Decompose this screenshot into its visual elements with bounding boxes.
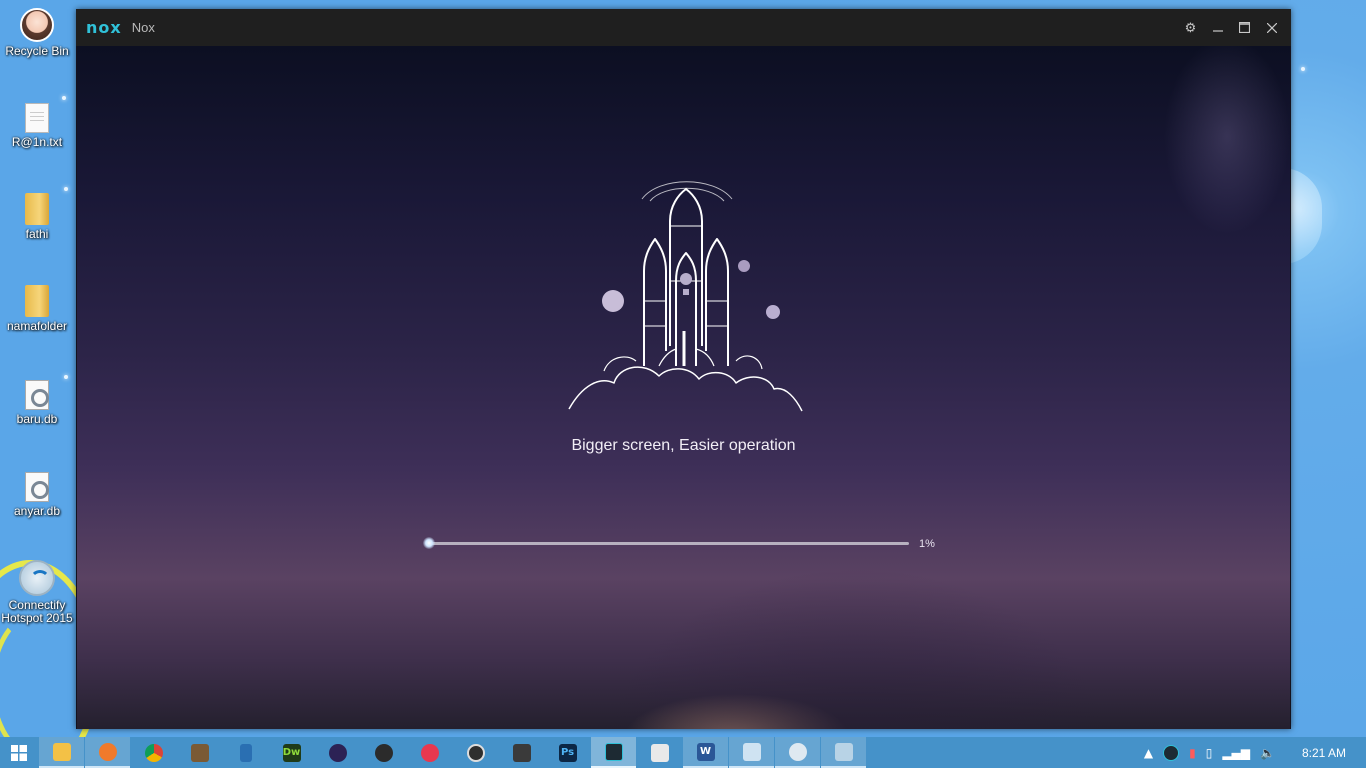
desktop-icon-folder-fathi[interactable]: fathi	[0, 193, 74, 241]
app-icon	[466, 743, 485, 762]
taskbar-app-4[interactable]	[177, 737, 222, 768]
taskbar-ucbrowser[interactable]	[85, 737, 130, 768]
start-button[interactable]	[0, 737, 38, 768]
app-icon	[512, 743, 531, 762]
wallpaper-sparkle	[64, 187, 68, 191]
app-icon	[650, 743, 669, 762]
app-icon	[374, 743, 393, 762]
taskbar-file-explorer[interactable]	[39, 737, 84, 768]
taskbar-app-17[interactable]	[775, 737, 820, 768]
desktop-icon-text-file[interactable]: R@1n.txt	[0, 103, 74, 149]
ucbrowser-icon	[98, 742, 117, 761]
taskbar-chrome[interactable]	[131, 737, 176, 768]
app-icon	[788, 742, 807, 761]
app-icon	[834, 742, 853, 761]
app-icon	[190, 743, 209, 762]
close-icon[interactable]	[1258, 9, 1285, 46]
network-signal-icon[interactable]: ▂▄▆	[1222, 746, 1250, 760]
word-icon: W	[696, 742, 715, 761]
loading-slogan: Bigger screen, Easier operation	[571, 437, 796, 454]
dreamweaver-icon: Dw	[282, 743, 301, 762]
taskbar-app-8[interactable]	[361, 737, 406, 768]
taskbar-app-14[interactable]	[637, 737, 682, 768]
desktop-icon-folder-namafolder[interactable]: namafolder	[0, 285, 74, 333]
taskbar-eclipse[interactable]	[315, 737, 360, 768]
rocket-launch-illustration	[568, 181, 803, 412]
desktop-icon-label: Recycle Bin	[5, 44, 69, 58]
nox-tray-icon[interactable]	[1163, 744, 1180, 761]
maximize-icon[interactable]	[1231, 9, 1258, 46]
taskbar-app-10[interactable]	[453, 737, 498, 768]
volume-icon[interactable]: 🔈	[1260, 746, 1275, 760]
taskbar-app-11[interactable]	[499, 737, 544, 768]
taskbar-photoshop[interactable]: Ps	[545, 737, 590, 768]
nox-icon	[604, 742, 623, 761]
nox-logo: nox	[86, 18, 122, 37]
desktop-icon-label: fathi	[25, 227, 49, 241]
itunes-icon	[420, 743, 439, 762]
show-hidden-icons-chevron-icon[interactable]: ▲	[1144, 746, 1153, 760]
taskbar-dreamweaver[interactable]: Dw	[269, 737, 314, 768]
wallpaper-sparkle	[62, 96, 66, 100]
desktop-icon-label: R@1n.txt	[11, 135, 63, 149]
window-controls: ⚙	[1177, 9, 1285, 46]
nox-window: nox Nox ⚙ Bigger screen, Easier operatio…	[76, 9, 1291, 729]
desktop-icon-label: namafolder	[6, 319, 68, 333]
wallpaper-sparkle	[1301, 67, 1305, 71]
app-icon	[239, 743, 252, 762]
taskbar-app-5[interactable]	[223, 737, 268, 768]
loading-screen: Bigger screen, Easier operation 1%	[77, 46, 1290, 729]
desktop-icon-label: anyar.db	[13, 504, 61, 518]
window-title: Nox	[131, 20, 155, 35]
eclipse-icon	[328, 743, 347, 762]
notepad-icon	[742, 742, 761, 761]
wifi-hotspot-icon	[19, 560, 55, 596]
chrome-icon	[144, 743, 163, 762]
photoshop-icon: Ps	[558, 743, 577, 762]
folder-icon	[25, 285, 49, 317]
folder-icon	[25, 193, 49, 225]
wallpaper-sparkle	[64, 375, 68, 379]
taskbar-itunes[interactable]	[407, 737, 452, 768]
database-file-icon	[25, 472, 49, 502]
desktop-icon-anyar-db[interactable]: anyar.db	[0, 472, 74, 518]
progress-glow-dot	[423, 537, 435, 549]
taskbar-word[interactable]: W	[683, 737, 728, 768]
connectify-tray-icon[interactable]: ▮	[1189, 746, 1196, 760]
taskbar: Dw Ps W ▲ ▮ ▯ ▂▄▆ 🔈 8:21 AM	[0, 737, 1366, 768]
minimize-icon[interactable]	[1204, 9, 1231, 46]
desktop-icon-connectify[interactable]: Connectify Hotspot 2015	[0, 560, 74, 625]
window-titlebar[interactable]: nox Nox ⚙	[76, 9, 1291, 46]
desktop-icon-label: baru.db	[16, 412, 58, 426]
text-file-icon	[25, 103, 49, 133]
loading-progress-bar	[423, 537, 909, 549]
progress-percent-label: 1%	[919, 538, 935, 550]
windows-logo-icon	[11, 744, 27, 761]
taskbar-clock[interactable]: 8:21 AM	[1302, 746, 1346, 760]
taskbar-nox[interactable]	[591, 737, 636, 768]
desktop-icon-label: Connectify Hotspot 2015	[1, 598, 73, 625]
desktop-icon-recycle-bin[interactable]: Recycle Bin	[0, 8, 74, 58]
taskbar-app-18[interactable]	[821, 737, 866, 768]
background-mountain	[597, 566, 1117, 729]
taskbar-notepad[interactable]	[729, 737, 774, 768]
file-explorer-icon	[52, 742, 71, 761]
settings-gear-icon[interactable]: ⚙	[1177, 9, 1204, 46]
desktop-icon-baru-db[interactable]: baru.db	[0, 380, 74, 426]
system-tray: ▲ ▮ ▯ ▂▄▆ 🔈 8:21 AM	[1139, 737, 1366, 768]
recycle-bin-avatar-icon	[20, 8, 54, 42]
database-file-icon	[25, 380, 49, 410]
power-tray-icon[interactable]: ▯	[1206, 746, 1213, 760]
